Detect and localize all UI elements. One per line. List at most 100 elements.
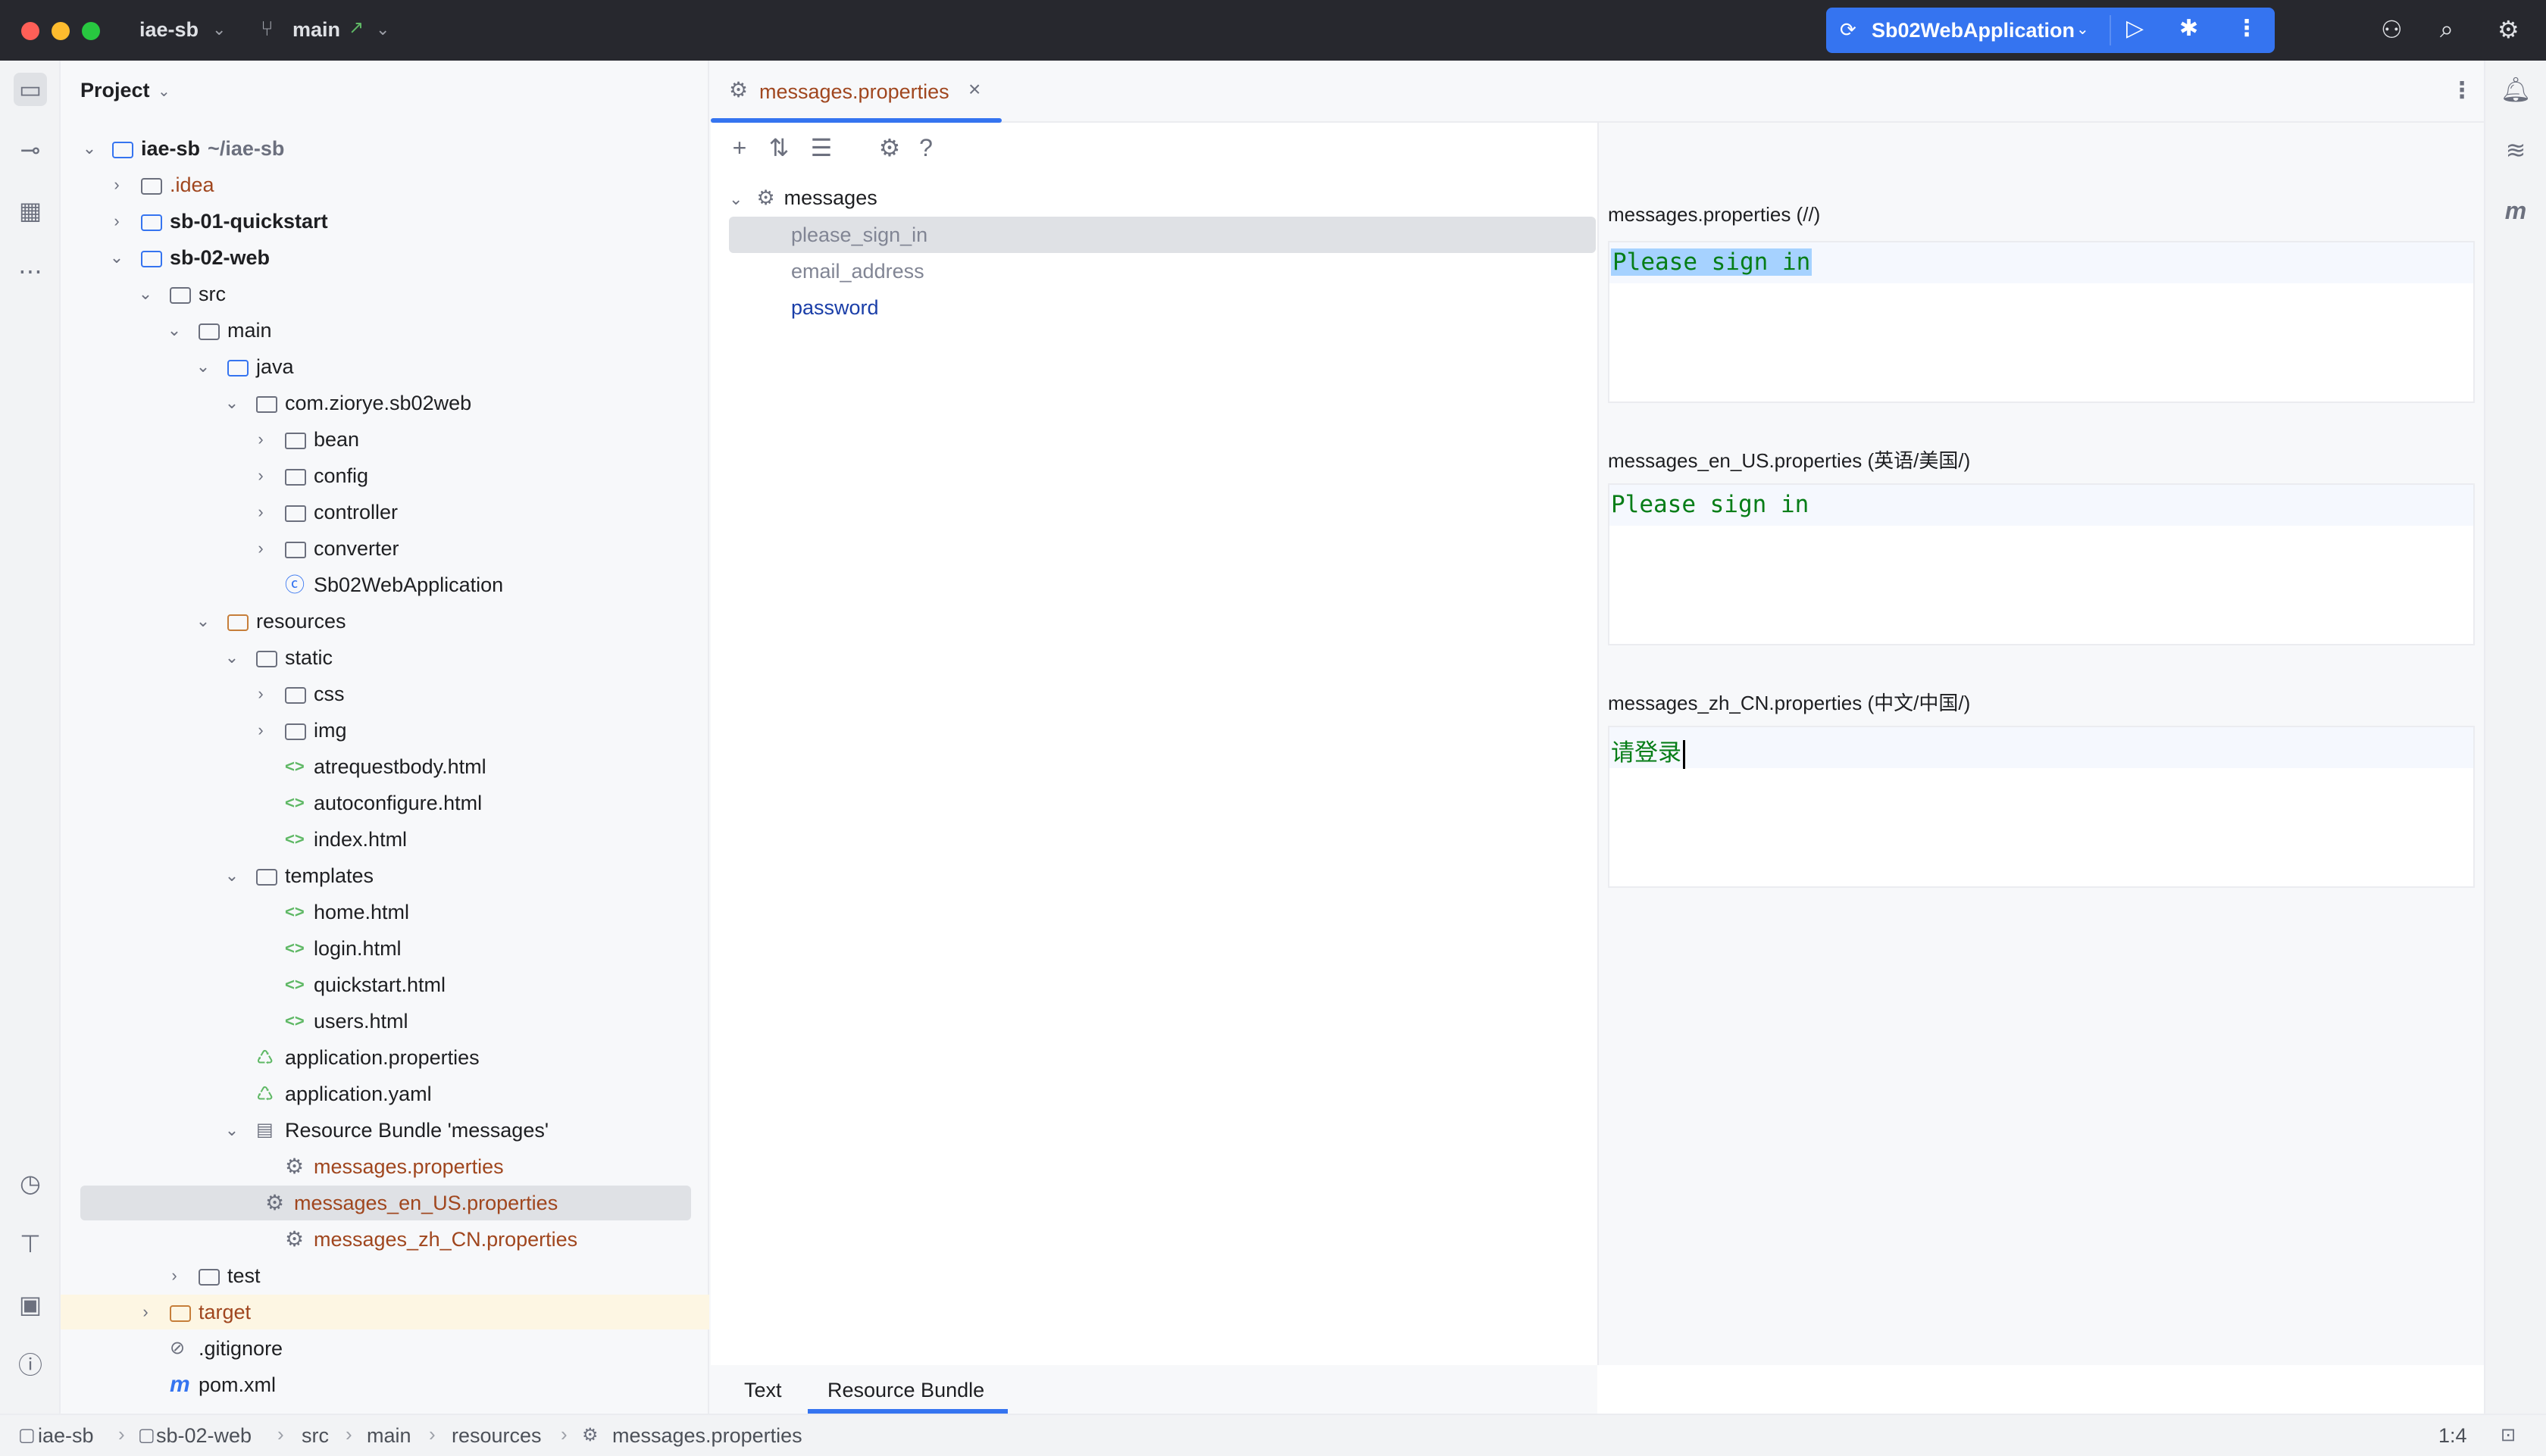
project-panel-title[interactable]: Project [80, 79, 150, 102]
tree-item-controller[interactable]: › controller [80, 495, 702, 530]
chevron-down-icon[interactable]: ⌄ [165, 313, 183, 348]
tree-item-pom-xml[interactable]: m pom.xml [80, 1367, 702, 1402]
breadcrumb-item[interactable]: messages.properties [612, 1424, 802, 1448]
chevron-right-icon[interactable]: › [165, 1258, 183, 1293]
tree-item-target[interactable]: › target [61, 1295, 709, 1329]
chevron-down-icon[interactable]: ⌄ [223, 1113, 241, 1148]
tree-item-idea[interactable]: › .idea [80, 167, 702, 202]
tree-item-resource-bundle[interactable]: ⌄ ▤ Resource Bundle 'messages' [80, 1113, 702, 1148]
chevron-right-icon[interactable]: › [252, 676, 270, 711]
locale-value-en-us[interactable]: Please sign in [1611, 491, 1809, 518]
close-window-button[interactable] [21, 22, 39, 40]
settings-icon[interactable]: ⚙ [2498, 15, 2519, 44]
structure-icon[interactable]: ▦ [14, 194, 47, 227]
locale-value-default[interactable]: Please sign in [1611, 248, 1813, 276]
breadcrumb-item[interactable]: main [367, 1424, 411, 1448]
project-folder-icon[interactable]: ▭ [14, 73, 47, 106]
chevron-down-icon[interactable]: ⌄ [223, 640, 241, 675]
chevron-down-icon[interactable]: ⌄ [223, 858, 241, 893]
breadcrumb-item[interactable]: resources [452, 1424, 542, 1448]
tree-item-atrequestbody-html[interactable]: <> atrequestbody.html [80, 749, 702, 784]
tree-item-converter[interactable]: › converter [80, 531, 702, 566]
bundle-key-email-address[interactable]: email_address [791, 254, 924, 289]
chevron-down-icon[interactable]: ⌄ [729, 189, 743, 208]
tree-item-bean[interactable]: › bean [80, 422, 702, 457]
locale-editor-en-us[interactable]: Please sign in [1608, 483, 2475, 645]
tab-resource-bundle[interactable]: Resource Bundle [827, 1379, 984, 1402]
chevron-right-icon[interactable]: › [252, 422, 270, 457]
more-horizontal-icon[interactable]: ⋯ [14, 255, 47, 288]
tab-text[interactable]: Text [744, 1379, 782, 1402]
sort-icon[interactable]: ⇅ [764, 129, 794, 167]
tree-item-test[interactable]: › test [80, 1258, 702, 1293]
tree-item-sb-02-web[interactable]: ⌄ sb-02-web [80, 240, 702, 275]
bundle-root-messages[interactable]: ⌄ ⚙ messages [729, 180, 877, 215]
locale-editor-zh-cn[interactable]: 请登录 [1608, 726, 2475, 888]
chevron-right-icon[interactable]: › [108, 204, 126, 239]
breadcrumb-item[interactable]: sb-02-web [156, 1424, 252, 1448]
tree-item-quickstart-html[interactable]: <> quickstart.html [80, 967, 702, 1002]
chevron-right-icon[interactable]: › [136, 1295, 155, 1329]
problems-icon[interactable]: ⓘ [14, 1348, 47, 1382]
tab-messages-properties[interactable]: ⚙ messages.properties × [711, 61, 1002, 123]
chevron-down-icon[interactable]: ⌄ [376, 20, 389, 39]
services-icon[interactable]: ◷ [14, 1167, 47, 1200]
tree-item-java[interactable]: ⌄ java [80, 349, 702, 384]
tree-item-sb-01-quickstart[interactable]: › sb-01-quickstart [80, 204, 702, 239]
tree-item-config[interactable]: › config [80, 458, 702, 493]
branch-selector[interactable]: main [292, 18, 340, 42]
tree-item-messages-zh-cn-properties[interactable]: ⚙ messages_zh_CN.properties [80, 1222, 702, 1257]
lock-icon[interactable]: ⊡ [2501, 1424, 2516, 1446]
breadcrumb-item[interactable]: src [302, 1424, 329, 1448]
run-configuration-widget[interactable]: ⟳ Sb02WebApplication ⌄ ▷ ✱ ⋮ [1826, 8, 2275, 53]
maven-icon[interactable]: m [2499, 194, 2532, 227]
help-icon[interactable]: ? [911, 129, 941, 167]
tree-item-static[interactable]: ⌄ static [80, 640, 702, 675]
tree-item-users-html[interactable]: <> users.html [80, 1004, 702, 1039]
tree-item-css[interactable]: › css [80, 676, 702, 711]
run-icon[interactable]: ▷ [2126, 15, 2144, 42]
tree-item-messages-en-us-properties[interactable]: ⚙ messages_en_US.properties [80, 1186, 691, 1220]
zoom-window-button[interactable] [82, 22, 100, 40]
chevron-right-icon[interactable]: › [252, 458, 270, 493]
locale-value-zh-cn[interactable]: 请登录 [1611, 733, 1685, 769]
breadcrumb-item[interactable]: iae-sb [38, 1424, 94, 1448]
chevron-right-icon[interactable]: › [108, 167, 126, 202]
caret-position[interactable]: 1:4 [2438, 1424, 2467, 1448]
chevron-down-icon[interactable]: ⌄ [80, 131, 99, 166]
tree-item-img[interactable]: › img [80, 713, 702, 748]
chevron-right-icon[interactable]: › [252, 713, 270, 748]
project-selector[interactable]: iae-sb [139, 18, 199, 42]
tree-item-sb02webapplication[interactable]: ⓒ Sb02WebApplication [80, 567, 702, 602]
tree-item-login-html[interactable]: <> login.html [80, 931, 702, 966]
chevron-right-icon[interactable]: › [252, 531, 270, 566]
chevron-right-icon[interactable]: › [252, 495, 270, 530]
database-icon[interactable]: ≋ [2499, 133, 2532, 167]
more-vertical-icon[interactable]: ⋮ [2451, 77, 2473, 104]
debug-icon[interactable]: ✱ [2179, 15, 2198, 42]
tree-item-package[interactable]: ⌄ com.ziorye.sb02web [80, 386, 702, 420]
tree-item-templates[interactable]: ⌄ templates [80, 858, 702, 893]
chevron-down-icon[interactable]: ⌄ [194, 604, 212, 639]
build-hammer-icon[interactable]: ⊤ [14, 1227, 47, 1261]
tree-item-gitignore[interactable]: ⊘ .gitignore [80, 1331, 702, 1366]
tree-item-application-yaml[interactable]: ♺ application.yaml [80, 1076, 702, 1111]
search-icon[interactable]: ⌕ [2440, 15, 2454, 44]
chevron-down-icon[interactable]: ⌄ [108, 240, 126, 275]
tree-item-autoconfigure-html[interactable]: <> autoconfigure.html [80, 786, 702, 820]
settings-icon[interactable]: ⚙ [874, 129, 905, 167]
bundle-key-password[interactable]: password [791, 290, 879, 325]
minimize-window-button[interactable] [52, 22, 70, 40]
chevron-down-icon[interactable]: ⌄ [136, 277, 155, 311]
tree-item-resources[interactable]: ⌄ resources [80, 604, 702, 639]
tree-item-src[interactable]: ⌄ src [80, 277, 702, 311]
locale-editor-default[interactable]: Please sign in [1608, 241, 2475, 403]
tree-item-application-properties[interactable]: ♺ application.properties [80, 1040, 702, 1075]
tree-item-home-html[interactable]: <> home.html [80, 895, 702, 930]
tree-item-main[interactable]: ⌄ main [80, 313, 702, 348]
terminal-icon[interactable]: ▣ [14, 1288, 47, 1321]
add-user-icon[interactable]: ⚇ [2381, 15, 2403, 44]
notifications-icon[interactable]: 🔔︎ [2499, 73, 2532, 106]
close-icon[interactable]: × [968, 77, 981, 102]
chevron-down-icon[interactable]: ⌄ [2076, 20, 2089, 39]
